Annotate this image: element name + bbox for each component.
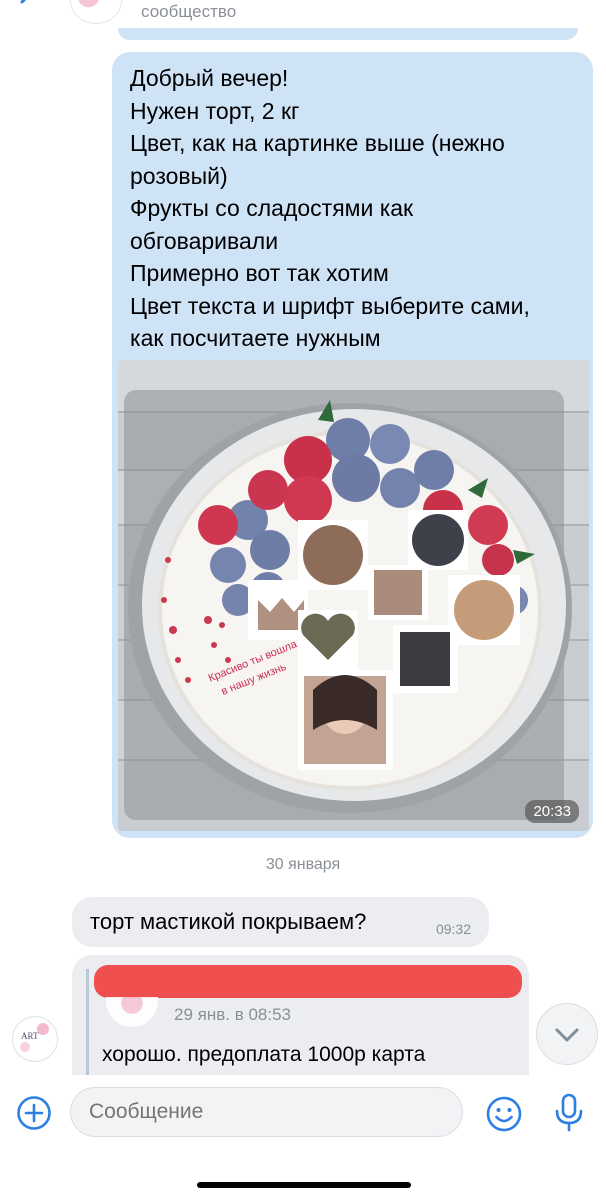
chevron-down-icon xyxy=(555,1028,579,1042)
composer-bar xyxy=(0,1075,606,1200)
outgoing-message[interactable]: Добрый вечер! Нужен торт, 2 кг Цвет, как… xyxy=(112,52,593,838)
home-indicator xyxy=(197,1182,411,1188)
cake-photo[interactable]: Красиво ты вошла в нашу жизнь 20:33 xyxy=(118,360,589,831)
message-input[interactable] xyxy=(70,1087,463,1137)
message-line: розовый) xyxy=(130,162,228,189)
smile-icon[interactable] xyxy=(485,1095,523,1133)
sender-avatar[interactable]: ART xyxy=(12,1016,58,1062)
message-line: как посчитаете нужным xyxy=(130,325,381,351)
message-time: 09:32 xyxy=(435,921,471,937)
date-separator: 30 января xyxy=(265,856,341,873)
message-line: Цвет, как на картинке выше (нежно xyxy=(130,130,505,156)
message-text: хорошо. предоплата 1000р карта xyxy=(102,1043,426,1066)
previous-message-bubble[interactable] xyxy=(118,28,578,40)
quoted-date: 29 янв. в 08:53 xyxy=(174,1005,291,1024)
chat-subtitle: сообщество xyxy=(141,2,237,21)
message-line: Примерно вот так хотим xyxy=(130,260,389,286)
redacted-name xyxy=(94,965,522,998)
message-line: Фрукты со сладостями как xyxy=(130,195,414,221)
quoted-avatar xyxy=(106,997,158,1027)
message-text: Добрый вечер! Нужен торт, 2 кг Цвет, как… xyxy=(130,62,590,355)
cake-image: Красиво ты вошла в нашу жизнь xyxy=(118,360,589,831)
microphone-icon[interactable] xyxy=(552,1093,586,1133)
message-line: Цвет текста и шрифт выберите сами, xyxy=(130,292,530,319)
scroll-down-button[interactable] xyxy=(536,1003,598,1065)
art-logo: ART xyxy=(14,1018,56,1060)
message-text: торт мастикой покрываем? xyxy=(90,909,367,934)
community-avatar[interactable] xyxy=(70,0,122,24)
incoming-message[interactable]: торт мастикой покрываем? 09:32 xyxy=(72,897,489,947)
message-line: обговаривали xyxy=(130,227,279,254)
message-line: Нужен торт, 2 кг xyxy=(130,97,300,124)
message-line: Добрый вечер! xyxy=(130,65,289,91)
photo-time: 20:33 xyxy=(525,800,579,823)
reply-quote-bar xyxy=(86,969,89,1079)
chevron-left-icon[interactable] xyxy=(12,0,42,16)
incoming-message-with-reply[interactable]: 29 янв. в 08:53 хорошо. предоплата 1000р… xyxy=(72,955,529,1095)
svg-text:ART: ART xyxy=(21,1031,39,1041)
plus-circle-icon[interactable] xyxy=(16,1095,52,1131)
